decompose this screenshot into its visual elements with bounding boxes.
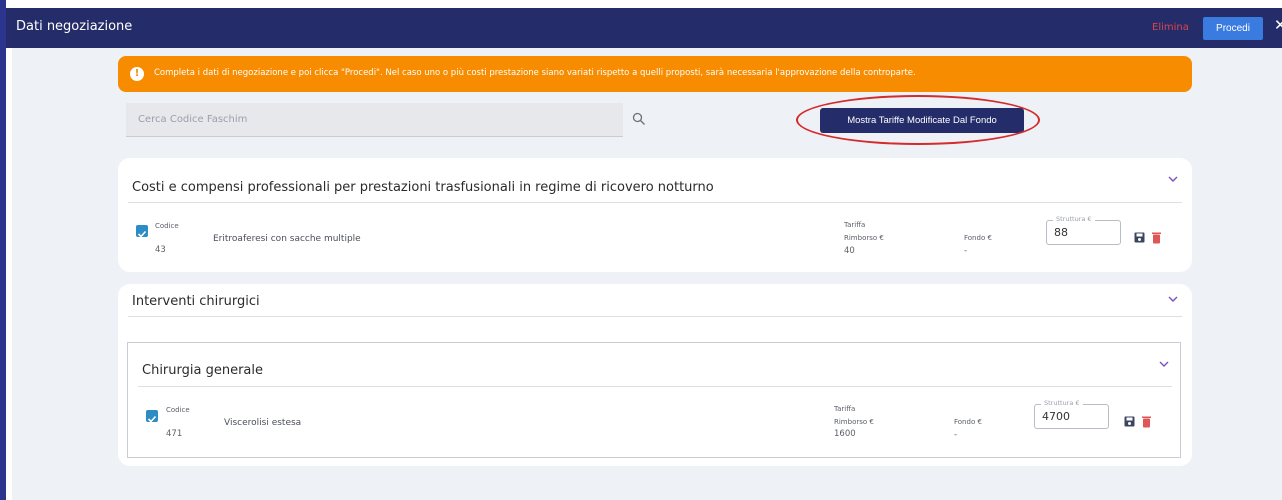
trash-icon[interactable]	[1152, 232, 1161, 244]
save-icon[interactable]	[1124, 416, 1135, 427]
fund-label: Fondo €	[954, 418, 982, 426]
chevron-down-icon[interactable]	[1168, 296, 1178, 303]
section-divider	[128, 316, 1182, 317]
subsection-card-general-surgery: Chirurgia generale Codice 471 Viscerolis…	[127, 342, 1181, 458]
chevron-down-icon[interactable]	[1159, 361, 1169, 368]
section-title: Costi e compensi professionali per prest…	[132, 180, 714, 195]
service-description: Viscerolisi estesa	[224, 418, 302, 428]
alert-text: Completa i dati di negoziazione e poi cl…	[154, 68, 916, 78]
tariff-value: 1600	[834, 429, 856, 439]
section-card-transfusion: Costi e compensi professionali per prest…	[118, 158, 1192, 272]
trash-icon[interactable]	[1142, 416, 1151, 428]
warning-alert: ! Completa i dati di negoziazione e poi …	[118, 56, 1192, 92]
code-value: 471	[166, 429, 183, 439]
tariff-value: 40	[844, 246, 855, 256]
search-icon[interactable]	[632, 112, 646, 126]
reimbursement-label: Rimborso €	[844, 234, 884, 242]
close-icon[interactable]: ✕	[1274, 16, 1282, 34]
code-label: Codice	[166, 406, 190, 414]
dialog-frame: Dati negoziazione Elimina Procedi ✕ ! Co…	[0, 0, 1282, 500]
section-card-surgery: Interventi chirurgici Chirurgia generale…	[118, 284, 1192, 466]
tariff-label: Tariffa	[834, 405, 856, 413]
code-label: Codice	[155, 222, 179, 230]
structure-price-value: 4700	[1042, 410, 1070, 423]
dialog-header: Dati negoziazione Elimina Procedi ✕	[6, 8, 1282, 48]
section-divider	[128, 202, 1182, 203]
structure-price-value: 88	[1054, 226, 1068, 239]
search-input[interactable]: Cerca Codice Faschim	[126, 103, 623, 137]
checkbox-checked-icon[interactable]	[146, 410, 158, 423]
show-modified-tariffs-button[interactable]: Mostra Tariffe Modificate Dal Fondo	[820, 108, 1024, 133]
tariff-label: Tariffa	[844, 221, 866, 229]
subsection-divider	[138, 386, 1172, 387]
dialog-body: ! Completa i dati di negoziazione e poi …	[12, 48, 1282, 500]
code-value: 43	[155, 245, 166, 255]
reimbursement-label: Rimborso €	[834, 418, 874, 426]
fund-value: -	[954, 430, 958, 440]
subsection-title: Chirurgia generale	[142, 363, 263, 378]
save-icon[interactable]	[1134, 232, 1145, 243]
checkbox-checked-icon[interactable]	[136, 225, 148, 238]
chevron-down-icon[interactable]	[1168, 176, 1178, 183]
fund-value: -	[964, 246, 968, 256]
service-description: Eritroaferesi con sacche multiple	[213, 234, 361, 244]
fund-label: Fondo €	[964, 234, 992, 242]
delete-button[interactable]: Elimina	[1152, 22, 1189, 33]
structure-price-label: Struttura €	[1053, 215, 1095, 223]
proceed-button[interactable]: Procedi	[1203, 17, 1263, 40]
structure-price-field[interactable]: Struttura € 88	[1046, 215, 1121, 245]
alert-icon: !	[130, 67, 144, 81]
dialog-title: Dati negoziazione	[16, 19, 133, 34]
structure-price-label: Struttura €	[1041, 399, 1083, 407]
structure-price-field[interactable]: Struttura € 4700	[1034, 399, 1109, 429]
section-title: Interventi chirurgici	[132, 294, 260, 309]
